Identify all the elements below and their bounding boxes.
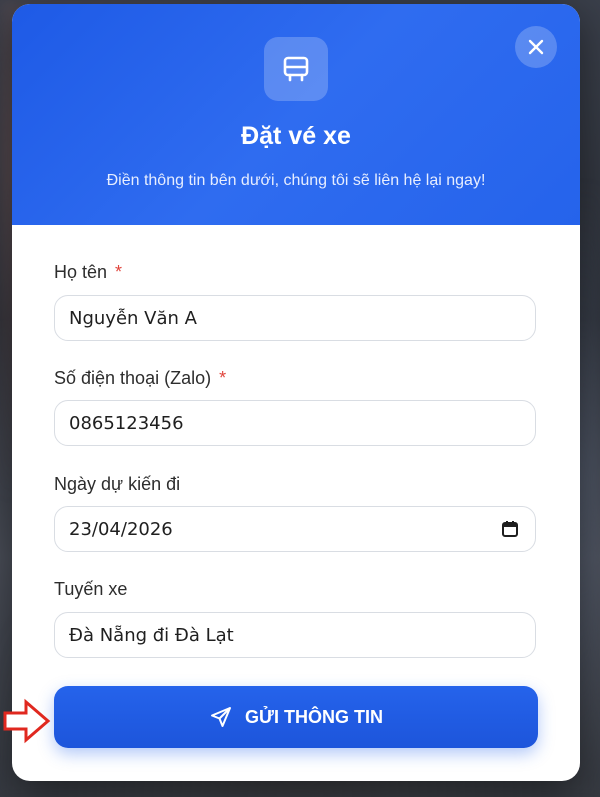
arrow-right-icon: [3, 698, 51, 744]
name-label: Họ tên *: [54, 262, 122, 283]
calendar-icon[interactable]: [501, 520, 519, 538]
phone-label-text: Số điện thoại (Zalo): [54, 368, 212, 388]
date-label: Ngày dự kiến đi: [54, 474, 180, 495]
name-field[interactable]: Nguyễn Văn A: [54, 295, 536, 341]
phone-label: Số điện thoại (Zalo) *: [54, 368, 226, 389]
required-mark: *: [115, 262, 123, 282]
name-value: Nguyễn Văn A: [69, 307, 197, 329]
date-label-text: Ngày dự kiến đi: [54, 474, 181, 494]
send-icon: [211, 707, 232, 727]
route-field[interactable]: Đà Nẵng đi Đà Lạt: [54, 612, 536, 658]
bus-icon: [264, 37, 328, 101]
date-value: 23/04/2026: [69, 518, 173, 540]
submit-button[interactable]: GỬI THÔNG TIN: [54, 686, 538, 748]
modal-header: Đặt vé xe Điền thông tin bên dưới, chúng…: [12, 4, 580, 225]
close-icon: [528, 39, 544, 55]
close-button[interactable]: [515, 26, 557, 68]
name-label-text: Họ tên: [54, 262, 108, 282]
booking-modal: Đặt vé xe Điền thông tin bên dưới, chúng…: [12, 4, 580, 781]
route-value: Đà Nẵng đi Đà Lạt: [69, 624, 234, 646]
date-field[interactable]: 23/04/2026: [54, 506, 536, 552]
modal-title: Đặt vé xe: [241, 122, 351, 150]
submit-label: GỬI THÔNG TIN: [245, 706, 383, 727]
phone-value: 0865123456: [69, 412, 184, 434]
route-label-text: Tuyến xe: [54, 579, 128, 599]
modal-subtitle: Điền thông tin bên dưới, chúng tôi sẽ li…: [106, 172, 486, 189]
required-mark: *: [219, 368, 227, 388]
phone-field[interactable]: 0865123456: [54, 400, 536, 446]
route-label: Tuyến xe: [54, 579, 127, 600]
